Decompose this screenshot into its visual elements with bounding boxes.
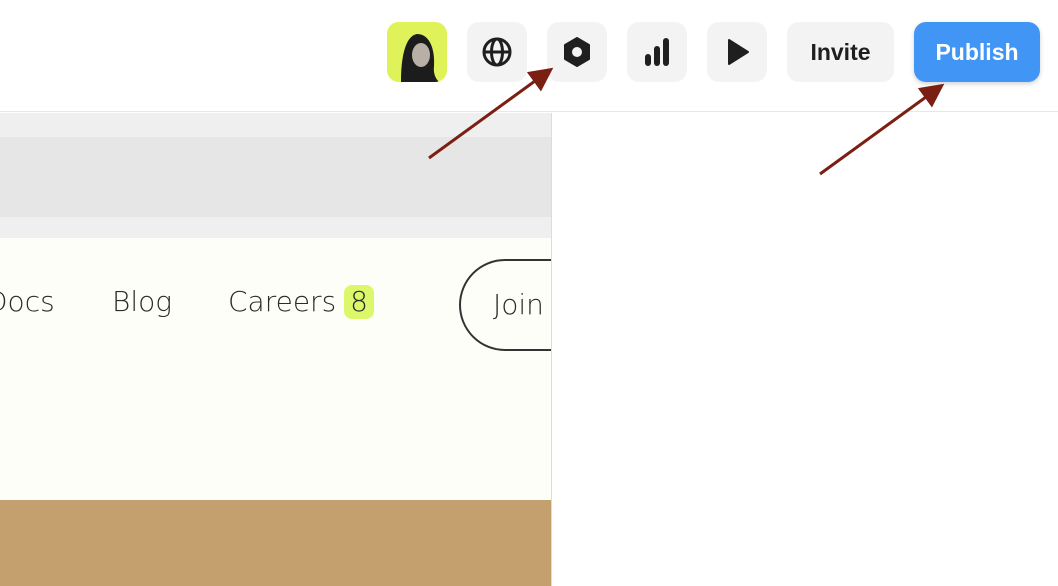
nav-blog-link[interactable]: Blog — [112, 285, 172, 318]
site-header: Docs Blog Careers8 Join — [0, 238, 551, 500]
bar-chart-icon — [645, 38, 669, 66]
careers-count-badge: 8 — [344, 285, 374, 319]
hexagon-settings-icon — [564, 37, 590, 67]
language-button[interactable] — [467, 22, 527, 82]
canvas-preview[interactable]: Docs Blog Careers8 Join — [0, 113, 552, 586]
publish-button[interactable]: Publish — [914, 22, 1040, 82]
join-button[interactable]: Join — [459, 259, 551, 351]
globe-icon — [482, 37, 512, 67]
top-toolbar: Invite Publish — [0, 0, 1058, 112]
user-avatar[interactable] — [387, 22, 447, 82]
play-icon — [728, 39, 749, 65]
settings-button[interactable] — [547, 22, 607, 82]
hero-image — [0, 500, 551, 586]
avatar-portrait-icon — [387, 22, 447, 82]
canvas-address-bar — [0, 137, 551, 217]
analytics-button[interactable] — [627, 22, 687, 82]
nav-careers-link[interactable]: Careers 8 — [228, 285, 374, 319]
nav-careers-label: Careers — [228, 285, 337, 318]
preview-button[interactable] — [707, 22, 767, 82]
invite-button[interactable]: Invite — [787, 22, 894, 82]
canvas-top-band — [0, 113, 551, 238]
nav-docs-link[interactable]: Docs — [0, 285, 55, 318]
